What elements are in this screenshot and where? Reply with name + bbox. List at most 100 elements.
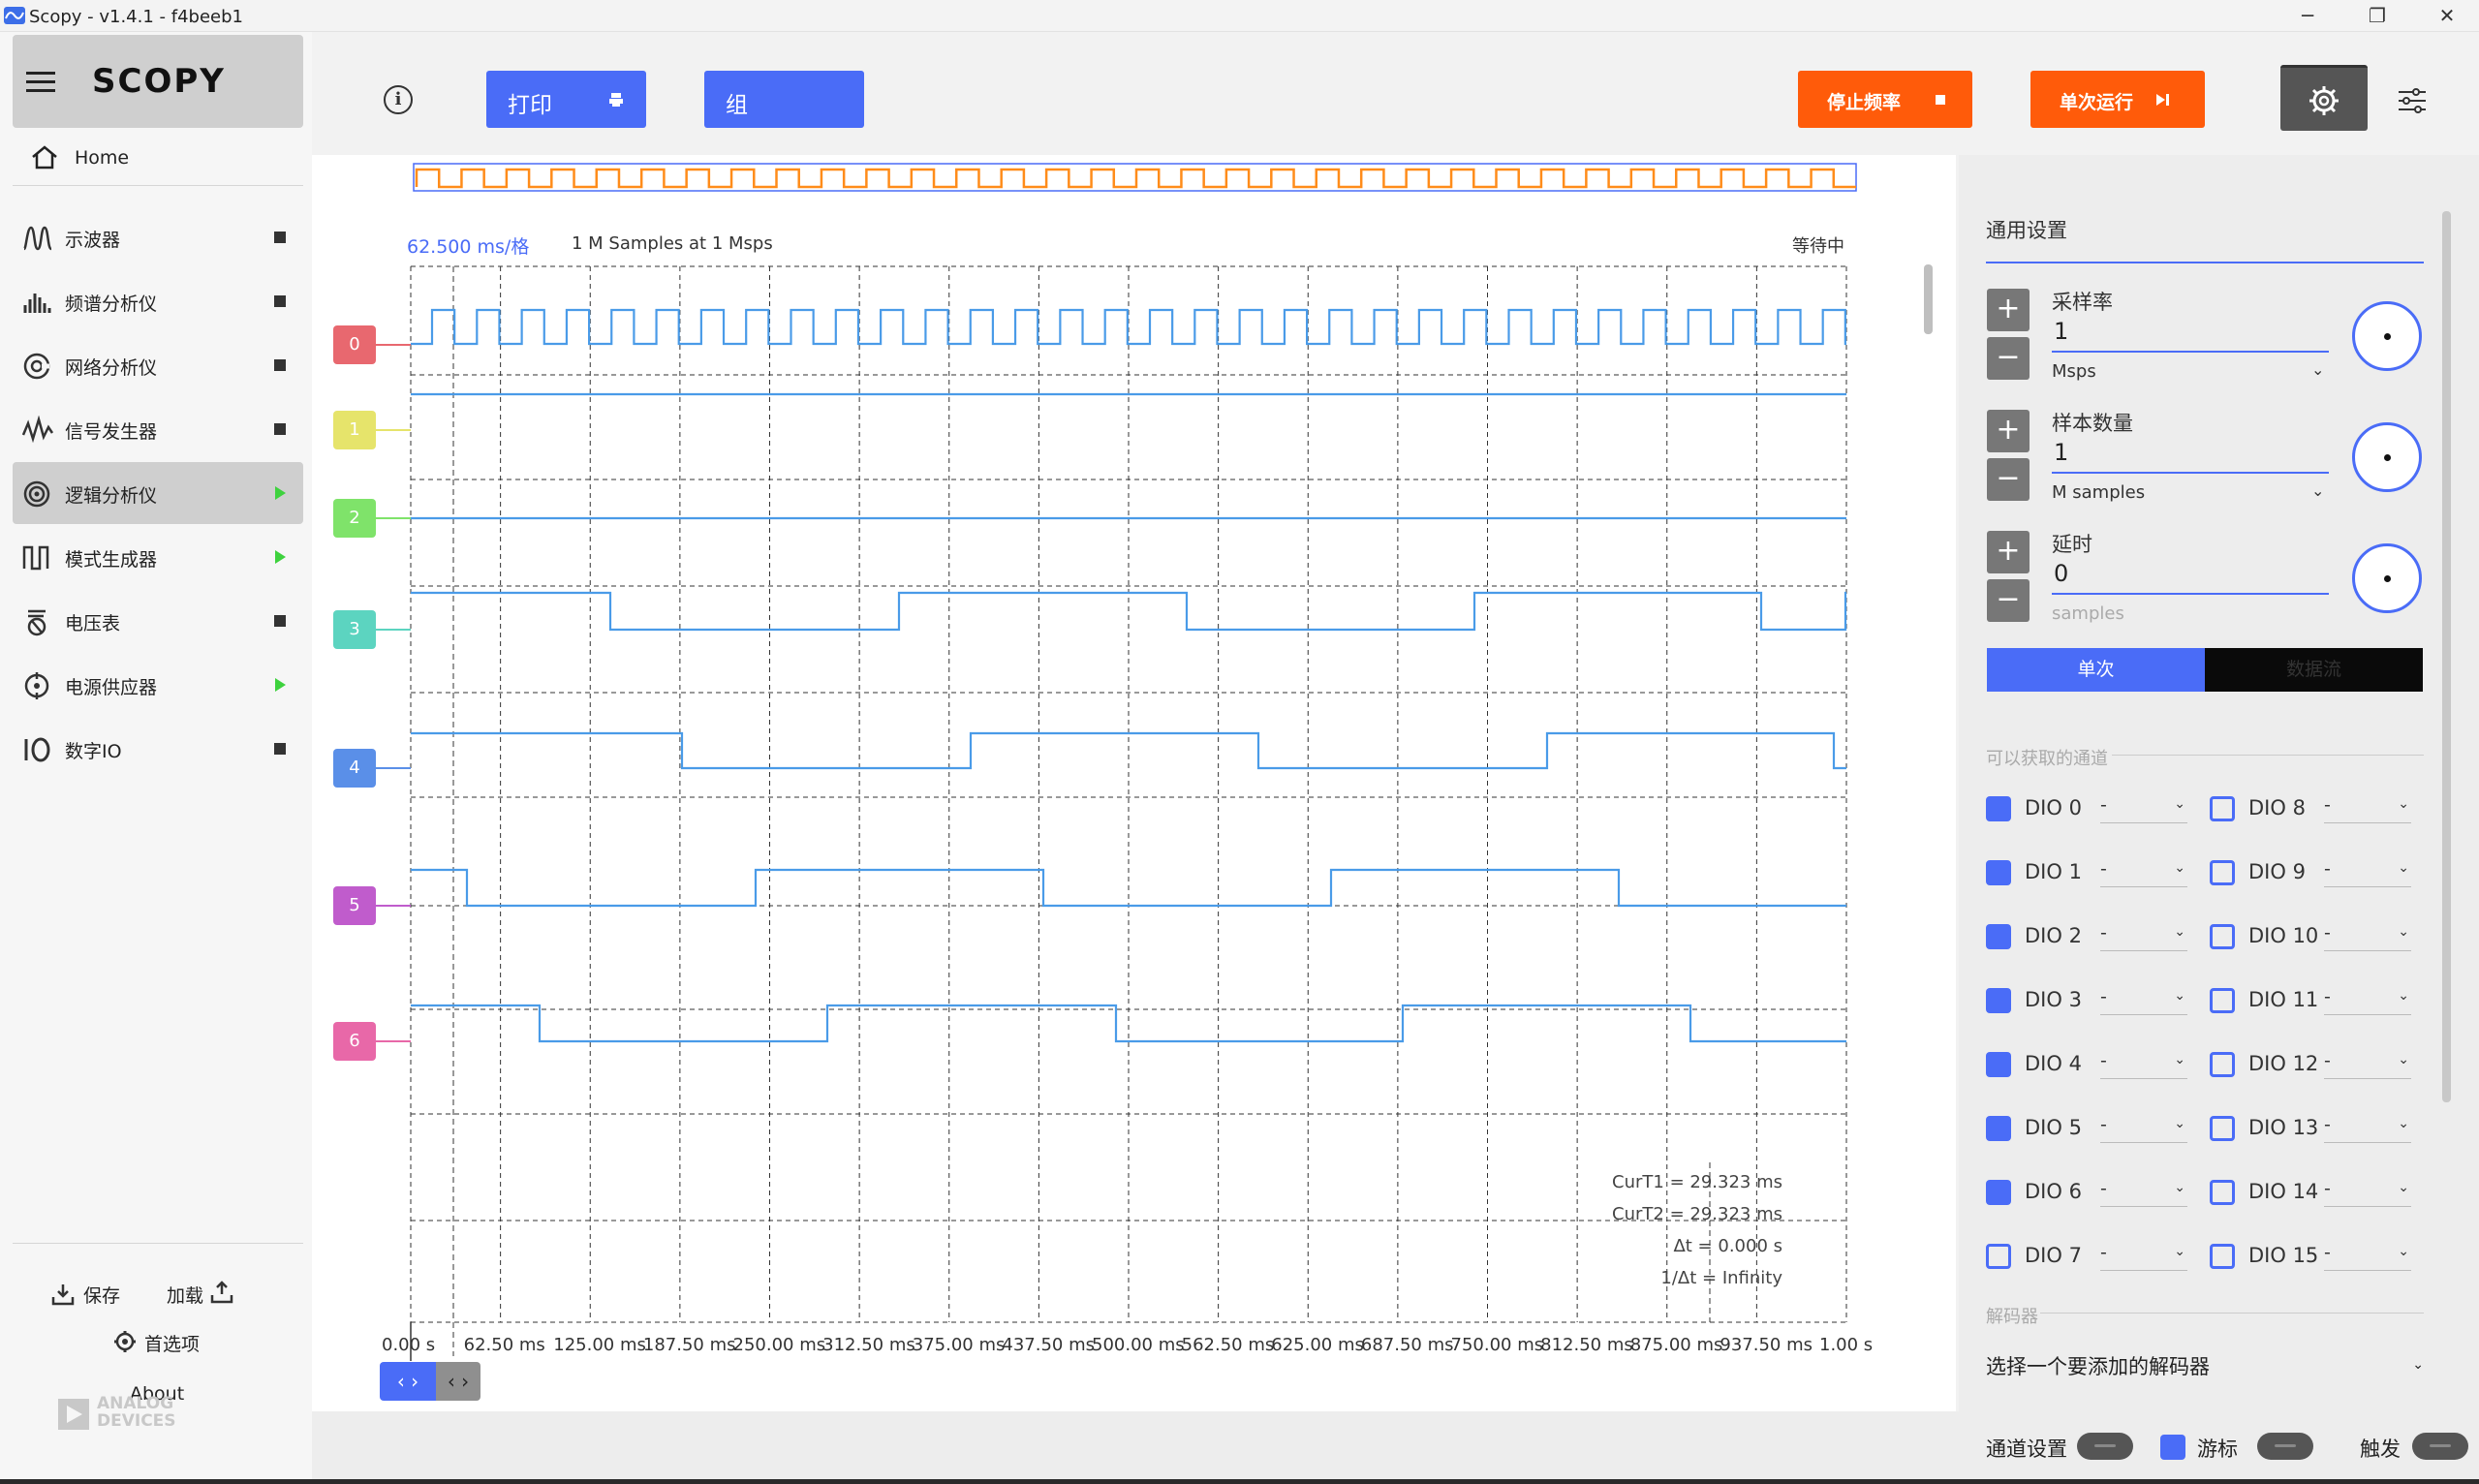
dio-checkbox[interactable]: [2210, 796, 2235, 821]
dio-trigger-value: -: [2324, 922, 2331, 943]
dio-checkbox[interactable]: [1986, 1052, 2011, 1077]
chevron-down-icon: ⌄: [2174, 1180, 2185, 1195]
sample-count-input[interactable]: 1: [2054, 439, 2068, 466]
dio-checkbox[interactable]: [1986, 1116, 2011, 1141]
dio-trigger-select[interactable]: - ⌄: [2100, 794, 2187, 823]
dio-checkbox[interactable]: [1986, 988, 2011, 1013]
timebase-label: 62.500 ms/格: [407, 236, 530, 258]
x-tick-label: 937.50 ms: [1720, 1335, 1813, 1355]
dio-trigger-value: -: [2324, 794, 2331, 816]
stream-mode-button[interactable]: 数据流: [2205, 648, 2423, 692]
delay-knob[interactable]: [2352, 543, 2422, 613]
dio-trigger-select[interactable]: - ⌄: [2100, 1114, 2187, 1143]
dio-trigger-select[interactable]: - ⌄: [2100, 986, 2187, 1015]
dio-trigger-select[interactable]: - ⌄: [2324, 986, 2411, 1015]
x-tick-label: 750.00 ms: [1450, 1335, 1544, 1355]
dio-checkbox[interactable]: [2210, 1180, 2235, 1205]
dio-trigger-select[interactable]: - ⌄: [2324, 1242, 2411, 1271]
sample-rate-input[interactable]: 1: [2054, 318, 2068, 345]
dio-trigger-value: -: [2100, 986, 2107, 1007]
sample-count-unit-select[interactable]: M samples: [2052, 482, 2145, 503]
logic-plot[interactable]: [0, 0, 1937, 1414]
cursors-toggle[interactable]: [2257, 1433, 2313, 1460]
trigger-toggle[interactable]: [2412, 1433, 2468, 1460]
single-run-button[interactable]: 单次运行: [2030, 71, 2205, 128]
x-tick-label: 125.00 ms: [553, 1335, 646, 1355]
chevron-down-icon[interactable]: ⌄: [2311, 481, 2324, 500]
dio-trigger-select[interactable]: - ⌄: [2100, 1242, 2187, 1271]
restore-button[interactable]: ❐: [2348, 0, 2406, 32]
dio-trigger-select[interactable]: - ⌄: [2324, 1178, 2411, 1207]
minimize-button[interactable]: ─: [2278, 0, 2337, 32]
dio-trigger-select[interactable]: - ⌄: [2100, 858, 2187, 887]
delay-label: 延时: [2052, 533, 2092, 556]
dio-label: DIO 1: [2025, 860, 2082, 883]
sample-rate-unit-select[interactable]: Msps: [2052, 361, 2096, 382]
dio-trigger-select[interactable]: - ⌄: [2324, 794, 2411, 823]
sample-rate-increment-button[interactable]: +: [1987, 289, 2030, 331]
dio-trigger-select[interactable]: - ⌄: [2324, 1114, 2411, 1143]
dio-checkbox[interactable]: [2210, 1244, 2235, 1269]
settings-button[interactable]: [2280, 65, 2368, 131]
dio-label: DIO 10: [2248, 924, 2319, 947]
sample-count-decrement-button[interactable]: −: [1987, 458, 2030, 501]
dio-trigger-value: -: [2100, 1242, 2107, 1263]
dio-checkbox[interactable]: [1986, 1180, 2011, 1205]
dio-trigger-value: -: [2100, 858, 2107, 880]
dio-checkbox[interactable]: [1986, 860, 2011, 885]
dio-checkbox[interactable]: [1986, 796, 2011, 821]
chevron-down-icon: ⌄: [2398, 988, 2409, 1004]
dio-label: DIO 3: [2025, 988, 2082, 1011]
chevron-down-icon[interactable]: ⌄: [2311, 360, 2324, 379]
dio-trigger-select[interactable]: - ⌄: [2100, 1178, 2187, 1207]
bottom-bar: [312, 1411, 2479, 1484]
dio-checkbox[interactable]: [2210, 1052, 2235, 1077]
delay-decrement-button[interactable]: −: [1987, 579, 2030, 622]
chevron-down-icon: ⌄: [2398, 860, 2409, 876]
cursor-handle-1[interactable]: ‹ ›: [380, 1362, 436, 1401]
channel-handle-6[interactable]: 6: [333, 1022, 376, 1061]
general-settings-icon[interactable]: [2397, 87, 2428, 118]
channel-handle-5[interactable]: 5: [333, 886, 376, 925]
cursor-handle-2[interactable]: ‹ ›: [436, 1362, 480, 1401]
channel-handle-4[interactable]: 4: [333, 749, 376, 788]
close-button[interactable]: ✕: [2418, 0, 2476, 32]
channel-settings-toggle[interactable]: [2077, 1433, 2133, 1460]
dio-trigger-select[interactable]: - ⌄: [2100, 922, 2187, 951]
dio-trigger-value: -: [2324, 1050, 2331, 1071]
brand-line-2: DEVICES: [97, 1411, 176, 1431]
cursor-t2-readout: CurT2 = 29.323 ms: [1612, 1204, 1782, 1224]
chevron-down-icon: ⌄: [2174, 1244, 2185, 1259]
channel-handle-1[interactable]: 1: [333, 411, 376, 449]
samples-info: 1 M Samples at 1 Msps: [572, 233, 773, 254]
decoder-select-label: 选择一个要添加的解码器: [1986, 1355, 2210, 1378]
dio-checkbox[interactable]: [1986, 924, 2011, 949]
settings-scrollbar[interactable]: [2442, 211, 2451, 1102]
dio-checkbox[interactable]: [2210, 1116, 2235, 1141]
cursors-checkbox[interactable]: [2160, 1435, 2185, 1460]
channel-handle-3[interactable]: 3: [333, 610, 376, 649]
cursor-t1-readout: CurT1 = 29.323 ms: [1612, 1172, 1782, 1192]
dio-trigger-select[interactable]: - ⌄: [2324, 1050, 2411, 1079]
channel-handle-0[interactable]: 0: [333, 325, 376, 364]
sample-rate-underline: [2052, 351, 2329, 353]
dio-trigger-select[interactable]: - ⌄: [2324, 922, 2411, 951]
channel-handle-2[interactable]: 2: [333, 499, 376, 538]
sample-count-knob[interactable]: [2352, 422, 2422, 492]
single-mode-button[interactable]: 单次: [1987, 648, 2205, 692]
decoder-select[interactable]: 选择一个要添加的解码器 ⌄: [1986, 1351, 2424, 1380]
dio-checkbox[interactable]: [2210, 860, 2235, 885]
x-tick-label: 875.00 ms: [1629, 1335, 1723, 1355]
sample-rate-decrement-button[interactable]: −: [1987, 337, 2030, 380]
sample-count-increment-button[interactable]: +: [1987, 410, 2030, 452]
delay-input[interactable]: 0: [2054, 560, 2068, 587]
delay-increment-button[interactable]: +: [1987, 531, 2030, 573]
dio-trigger-select[interactable]: - ⌄: [2324, 858, 2411, 887]
chevron-down-icon: ⌄: [2398, 796, 2409, 812]
dio-trigger-select[interactable]: - ⌄: [2100, 1050, 2187, 1079]
sample-rate-knob[interactable]: [2352, 301, 2422, 371]
dio-checkbox[interactable]: [2210, 924, 2235, 949]
dio-checkbox[interactable]: [1986, 1244, 2011, 1269]
plot-vertical-scrollbar[interactable]: [1924, 264, 1933, 334]
dio-checkbox[interactable]: [2210, 988, 2235, 1013]
